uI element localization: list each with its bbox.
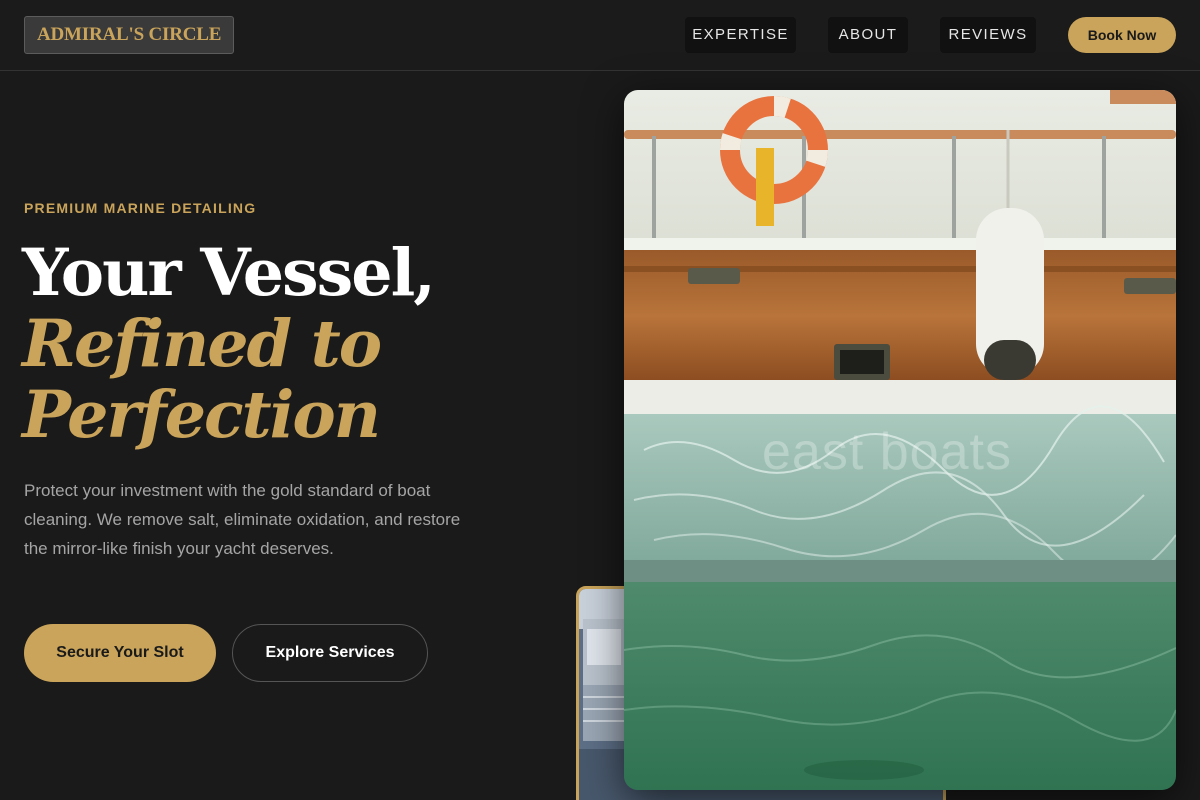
headline-line-3: Perfection xyxy=(22,377,381,453)
explore-services-button[interactable]: Explore Services xyxy=(232,624,428,682)
book-now-button[interactable]: Book Now xyxy=(1068,17,1176,53)
photo-watermark: east boats xyxy=(762,423,1012,481)
hero-boat-photo: east boats xyxy=(624,90,1176,790)
nav-item-expertise[interactable]: EXPERTISE xyxy=(685,17,796,53)
secure-slot-button[interactable]: Secure Your Slot xyxy=(24,624,216,682)
headline-line-2: Refined to xyxy=(22,306,382,382)
brand-logo[interactable]: ADMIRAL'S CIRCLE xyxy=(24,16,235,54)
nav-item-reviews[interactable]: REVIEWS xyxy=(940,17,1036,53)
hero-subtext: Protect your investment with the gold st… xyxy=(24,481,461,558)
hero-eyebrow: PREMIUM MARINE DETAILING xyxy=(24,200,257,216)
nav-item-about[interactable]: ABOUT xyxy=(828,17,908,53)
headline-line-1: Your Vessel, xyxy=(22,235,436,311)
site-header: ADMIRAL'S CIRCLE EXPERTISE ABOUT REVIEWS… xyxy=(0,0,1200,71)
hero-headline: Your Vessel, Refined to Perfection xyxy=(22,235,436,453)
